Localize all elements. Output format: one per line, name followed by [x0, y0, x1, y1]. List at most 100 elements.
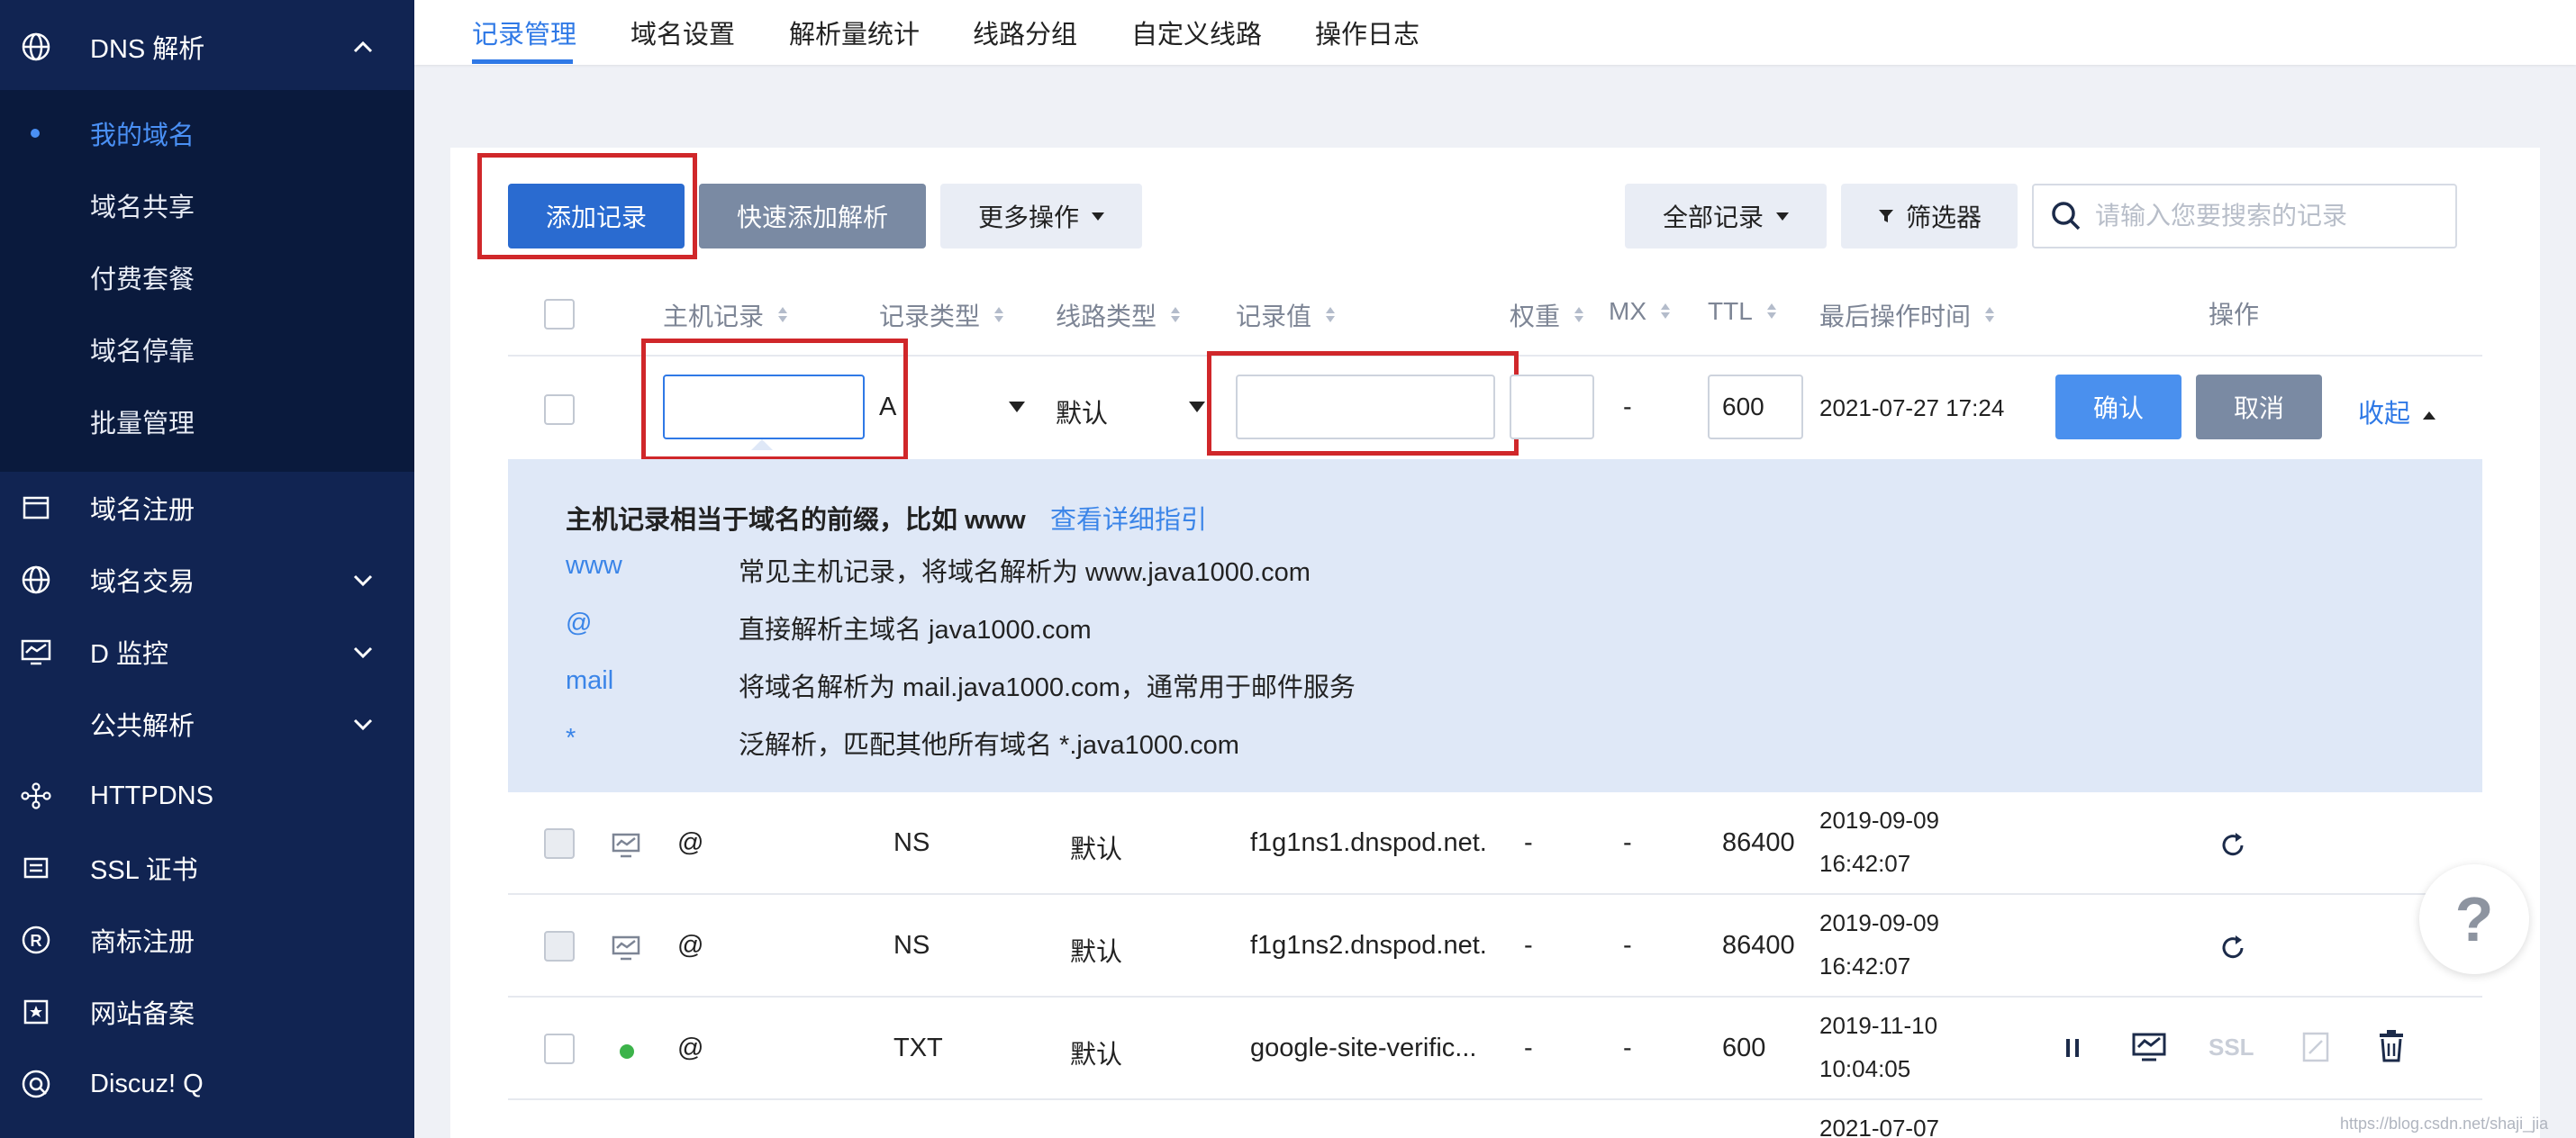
- ssl-label: SSL: [2209, 1034, 2254, 1061]
- search-box[interactable]: [2032, 184, 2457, 248]
- search-input[interactable]: [2095, 196, 2446, 236]
- row-divider: [508, 893, 2482, 895]
- highlight-box: [1207, 351, 1519, 456]
- row-checkbox[interactable]: [544, 1034, 575, 1064]
- sidebar-item-label: 网站备案: [90, 993, 195, 1031]
- tab-custom-lines[interactable]: 自定义线路: [1131, 0, 1262, 65]
- value-cell[interactable]: f1g1ns2.dnspod.net.: [1250, 931, 1487, 961]
- sidebar-item-public-dns[interactable]: 公共解析: [0, 688, 414, 760]
- search-icon: [2048, 198, 2084, 234]
- sidebar-item-d-monitor[interactable]: D 监控: [0, 616, 414, 688]
- sort-icon: [778, 307, 787, 323]
- column-ttl[interactable]: TTL: [1708, 297, 1776, 326]
- filter-icon: [1877, 207, 1895, 225]
- time-cell: 16:42:07: [1819, 953, 1910, 980]
- refresh-icon[interactable]: [2218, 830, 2248, 861]
- sidebar-subitem-my-domains[interactable]: 我的域名: [0, 97, 414, 169]
- tab-line-groups[interactable]: 线路分组: [973, 0, 1077, 65]
- help-desc: 将域名解析为 mail.java1000.com，通常用于邮件服务: [739, 666, 1356, 704]
- filter-button[interactable]: 筛选器: [1841, 184, 2018, 248]
- tab-query-stats[interactable]: 解析量统计: [789, 0, 920, 65]
- all-records-dropdown[interactable]: 全部记录: [1625, 184, 1827, 248]
- row-checkbox[interactable]: [544, 828, 575, 859]
- column-value-label: 记录值: [1236, 297, 1311, 333]
- collapse-link[interactable]: 收起: [2358, 393, 2435, 430]
- column-host[interactable]: 主机记录: [663, 297, 787, 333]
- sidebar-subitem-paid-plans[interactable]: 付费套餐: [0, 241, 414, 313]
- detail-guide-link[interactable]: 查看详细指引: [1050, 499, 1207, 537]
- column-value[interactable]: 记录值: [1236, 297, 1335, 333]
- sidebar-item-label: HTTPDNS: [90, 781, 213, 811]
- tab-operation-log[interactable]: 操作日志: [1315, 0, 1420, 65]
- value-cell[interactable]: f1g1ns1.dnspod.net.: [1250, 828, 1487, 858]
- monitor-icon: [20, 636, 52, 668]
- caret-down-icon: [1092, 212, 1104, 221]
- confirm-button[interactable]: 确认: [2055, 375, 2181, 439]
- all-records-label: 全部记录: [1663, 198, 1764, 234]
- column-ttl-label: TTL: [1708, 297, 1753, 326]
- nodes-icon: [20, 780, 52, 812]
- sort-icon: [1767, 303, 1776, 320]
- sidebar-item-label: DNS 解析: [90, 28, 204, 66]
- sidebar-item-icp[interactable]: 网站备案: [0, 976, 414, 1048]
- mx-cell: -: [1623, 1034, 1632, 1063]
- sort-icon: [994, 307, 1003, 323]
- quick-add-button[interactable]: 快速添加解析: [699, 184, 926, 248]
- column-host-label: 主机记录: [663, 297, 764, 333]
- watermark: https://blog.csdn.net/shaji_jia: [2340, 1115, 2548, 1133]
- sidebar-subitem-domain-parking[interactable]: 域名停靠: [0, 313, 414, 385]
- status-dot-icon: [620, 1044, 634, 1059]
- column-line[interactable]: 线路类型: [1056, 297, 1180, 333]
- trash-icon[interactable]: [2376, 1028, 2407, 1064]
- ttl-cell: 86400: [1722, 931, 1795, 961]
- sidebar-subitem-domain-share[interactable]: 域名共享: [0, 169, 414, 241]
- refresh-icon[interactable]: [2218, 933, 2248, 963]
- tab-domain-settings[interactable]: 域名设置: [630, 0, 735, 65]
- type-cell: TXT: [893, 1034, 943, 1063]
- sidebar-subitem-batch[interactable]: 批量管理: [0, 385, 414, 457]
- type-cell: NS: [893, 828, 930, 858]
- browser-window-icon: [20, 492, 52, 524]
- monitor-icon: [611, 935, 641, 963]
- weight-cell: -: [1524, 931, 1533, 961]
- column-type[interactable]: 记录类型: [879, 297, 1003, 333]
- help-button[interactable]: ?: [2419, 864, 2529, 974]
- sidebar-item-label: D 监控: [90, 633, 168, 671]
- sidebar-item-trademark[interactable]: R 商标注册: [0, 904, 414, 976]
- mx-cell: -: [1623, 931, 1632, 961]
- column-weight[interactable]: 权重: [1510, 297, 1583, 333]
- weight-input[interactable]: [1510, 375, 1594, 439]
- value-cell[interactable]: google-site-verific...: [1250, 1034, 1476, 1063]
- monitor-icon: [611, 832, 641, 861]
- sidebar-item-dns[interactable]: DNS 解析: [0, 11, 414, 83]
- help-desc: 泛解析，匹配其他所有域名 *.java1000.com: [739, 724, 1239, 762]
- record-type-select[interactable]: A: [879, 393, 896, 422]
- line-type-select[interactable]: 默认: [1056, 393, 1108, 430]
- weight-cell: -: [1524, 828, 1533, 858]
- row-checkbox[interactable]: [544, 931, 575, 962]
- collapse-label: 收起: [2358, 400, 2410, 429]
- monitor-icon[interactable]: [2131, 1032, 2167, 1064]
- sidebar-item-domain-trade[interactable]: 域名交易: [0, 544, 414, 616]
- line-cell: 默认: [1070, 1034, 1122, 1071]
- sidebar: DNS 解析 我的域名 域名共享 付费套餐 域名停靠 批量管理 域名注册 域名交…: [0, 0, 414, 1138]
- column-last-op[interactable]: 最后操作时间: [1819, 297, 1994, 333]
- more-actions-dropdown[interactable]: 更多操作: [940, 184, 1142, 248]
- sort-icon: [1574, 307, 1583, 323]
- sidebar-item-ssl[interactable]: SSL 证书: [0, 832, 414, 904]
- edit-row-checkbox[interactable]: [544, 394, 575, 425]
- sidebar-item-httpdns[interactable]: HTTPDNS: [0, 760, 414, 832]
- cancel-button[interactable]: 取消: [2196, 375, 2322, 439]
- column-mx[interactable]: MX: [1609, 297, 1670, 326]
- tab-record-management[interactable]: 记录管理: [472, 0, 576, 65]
- sidebar-item-discuz[interactable]: Discuz! Q: [0, 1048, 414, 1120]
- ttl-input[interactable]: 600: [1708, 375, 1803, 439]
- date-cell: 2021-07-07: [1819, 1115, 1939, 1138]
- date-cell: 2019-09-09: [1819, 807, 1939, 835]
- pause-icon[interactable]: [2059, 1034, 2086, 1062]
- top-tab-bar: [414, 0, 2576, 65]
- select-all-checkbox[interactable]: [544, 299, 575, 330]
- help-title: 主机记录相当于域名的前缀，比如 www: [566, 499, 1026, 537]
- date-cell: 2019-09-09: [1819, 909, 1939, 937]
- sidebar-item-domain-register[interactable]: 域名注册: [0, 472, 414, 544]
